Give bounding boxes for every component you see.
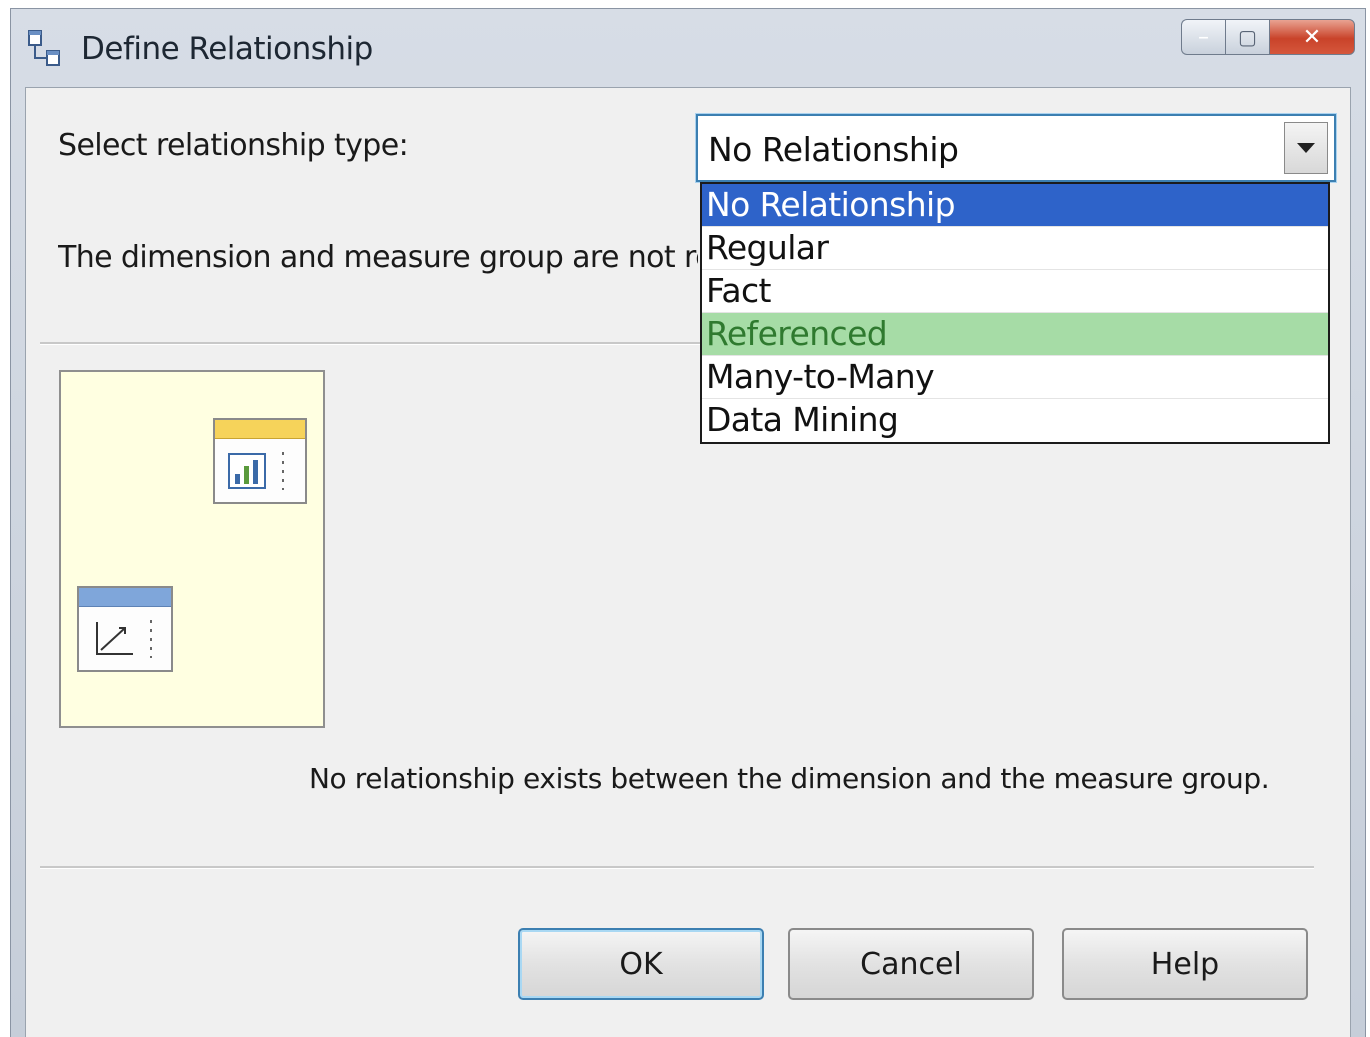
axis-chart-icon: [96, 620, 152, 658]
window-title: Define Relationship: [81, 31, 373, 67]
option-no-relationship[interactable]: No Relationship: [702, 184, 1328, 227]
dimension-header: [79, 588, 171, 607]
maximize-icon: ▢: [1238, 25, 1257, 49]
option-data-mining[interactable]: Data Mining: [702, 399, 1328, 441]
close-button[interactable]: ✕: [1269, 19, 1355, 55]
dropdown-arrow-button[interactable]: [1284, 122, 1328, 174]
measure-group-box: [213, 418, 307, 504]
minimize-icon: –: [1198, 24, 1209, 50]
relationship-type-label: Select relationship type:: [58, 128, 409, 163]
cancel-button[interactable]: Cancel: [788, 928, 1034, 1000]
divider: [40, 866, 1314, 869]
relationship-info-text: No relationship exists between the dimen…: [309, 762, 1270, 795]
chevron-down-icon: [1297, 143, 1315, 153]
measure-group-header: [215, 420, 305, 439]
help-button[interactable]: Help: [1062, 928, 1308, 1000]
relationship-diagram: [59, 370, 325, 728]
option-regular[interactable]: Regular: [702, 227, 1328, 270]
ok-button[interactable]: OK: [518, 928, 764, 1000]
option-many-to-many[interactable]: Many-to-Many: [702, 356, 1328, 399]
relationship-type-dropdown[interactable]: No Relationship: [696, 114, 1336, 182]
define-relationship-dialog: Define Relationship – ▢ ✕ Select relatio…: [10, 8, 1366, 1037]
relationship-type-list: No Relationship Regular Fact Referenced …: [700, 182, 1330, 444]
maximize-button[interactable]: ▢: [1225, 19, 1269, 55]
selected-relationship-type: No Relationship: [708, 130, 959, 169]
relationship-icon: [28, 30, 60, 66]
relationship-description: The dimension and measure group are not …: [58, 240, 698, 275]
dimension-box: [77, 586, 173, 672]
minimize-button[interactable]: –: [1181, 19, 1225, 55]
bar-chart-icon: [228, 452, 284, 490]
divider: [40, 342, 700, 345]
window-controls: – ▢ ✕: [1181, 19, 1355, 59]
option-referenced[interactable]: Referenced: [702, 313, 1328, 356]
dialog-body: Select relationship type: No Relationshi…: [25, 87, 1351, 1037]
title-bar[interactable]: Define Relationship – ▢ ✕: [11, 9, 1365, 87]
close-icon: ✕: [1302, 24, 1322, 50]
option-fact[interactable]: Fact: [702, 270, 1328, 313]
